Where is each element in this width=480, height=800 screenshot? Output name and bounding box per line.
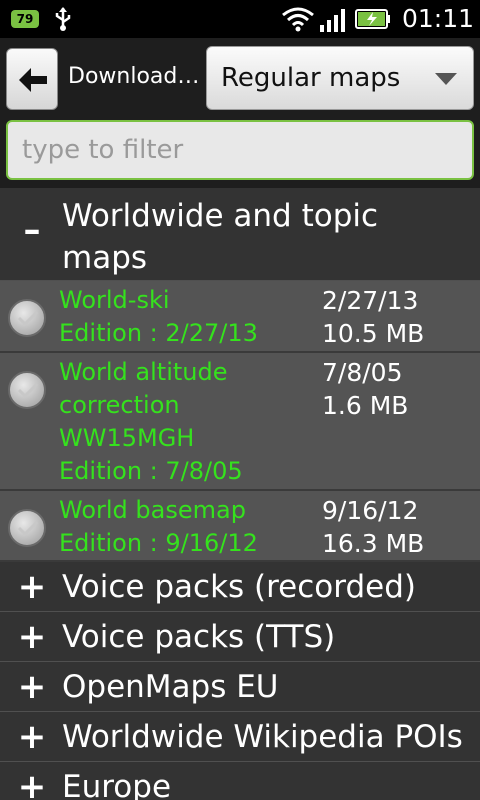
collapse-icon: – [23, 210, 41, 250]
battery-charging-icon [355, 9, 390, 29]
item-title: correction [59, 391, 180, 419]
group-label: Worldwide Wikipedia POIs [62, 719, 463, 755]
group-label: Europe [62, 769, 172, 800]
item-date: 7/8/05 [322, 358, 403, 387]
checkbox[interactable] [8, 299, 46, 337]
status-bar: 79 01:11 [0, 0, 480, 38]
item-meta: 9/16/12 16.3 MB [322, 494, 472, 560]
group-voice-packs-tts[interactable]: + Voice packs (TTS) [0, 612, 480, 662]
chevron-down-icon [435, 73, 457, 85]
group-label: maps [62, 240, 148, 276]
group-voice-packs-recorded[interactable]: + Voice packs (recorded) [0, 562, 480, 612]
item-edition: Edition : 9/16/12 [59, 529, 258, 557]
wifi-icon [282, 7, 314, 32]
usb-icon [55, 7, 71, 31]
page-title: Download… [68, 64, 200, 89]
item-size: 1.6 MB [322, 391, 409, 420]
item-date: 2/27/13 [322, 286, 419, 315]
signal-icon [320, 9, 345, 32]
group-label: Voice packs (recorded) [62, 569, 416, 605]
battery-level-badge: 79 [11, 10, 39, 28]
map-type-dropdown[interactable]: Regular maps [206, 46, 474, 110]
check-icon [17, 382, 39, 399]
item-title: World altitude [59, 358, 228, 386]
item-name: World basemap Edition : 9/16/12 [59, 494, 309, 560]
checkbox[interactable] [8, 371, 46, 409]
check-icon [17, 520, 39, 537]
item-size: 10.5 MB [322, 319, 425, 348]
filter-input[interactable] [6, 120, 474, 180]
item-name: World-ski Edition : 2/27/13 [59, 284, 309, 350]
group-europe[interactable]: + Europe [0, 762, 480, 800]
item-meta: 2/27/13 10.5 MB [322, 284, 472, 350]
item-meta: 7/8/05 1.6 MB [322, 356, 472, 422]
group-label: OpenMaps EU [62, 669, 279, 705]
item-size: 16.3 MB [322, 529, 425, 558]
item-edition: Edition : 2/27/13 [59, 319, 258, 347]
list-item[interactable]: World-ski Edition : 2/27/13 2/27/13 10.5… [0, 281, 480, 353]
expand-icon: + [17, 667, 47, 707]
expand-icon: + [17, 567, 47, 607]
check-icon [17, 310, 39, 327]
item-edition: Edition : 7/8/05 [59, 457, 243, 485]
item-date: 9/16/12 [322, 496, 419, 525]
expand-icon: + [17, 767, 47, 800]
map-type-selected: Regular maps [221, 63, 401, 93]
item-title: World-ski [59, 286, 170, 314]
expand-icon: + [17, 617, 47, 657]
item-title: World basemap [59, 496, 246, 524]
group-openmaps-eu[interactable]: + OpenMaps EU [0, 662, 480, 712]
download-list[interactable]: – Worldwide and topic maps World-ski Edi… [0, 188, 480, 800]
filter-bar [0, 116, 480, 188]
clock: 01:11 [401, 4, 474, 33]
list-item[interactable]: World altitude correction WW15MGH Editio… [0, 353, 480, 491]
group-label: Voice packs (TTS) [62, 619, 336, 655]
group-label: Worldwide and topic [62, 198, 379, 234]
list-item[interactable]: World basemap Edition : 9/16/12 9/16/12 … [0, 491, 480, 562]
group-worldwide-and-topic-maps[interactable]: – Worldwide and topic maps [0, 188, 480, 281]
item-name: World altitude correction WW15MGH Editio… [59, 356, 309, 488]
toolbar: Download… Regular maps [0, 38, 480, 116]
checkbox[interactable] [8, 509, 46, 547]
expand-icon: + [17, 717, 47, 757]
back-button[interactable] [6, 48, 58, 110]
group-worldwide-wikipedia-pois[interactable]: + Worldwide Wikipedia POIs [0, 712, 480, 762]
back-arrow-icon [19, 68, 47, 92]
item-title: WW15MGH [59, 424, 195, 452]
